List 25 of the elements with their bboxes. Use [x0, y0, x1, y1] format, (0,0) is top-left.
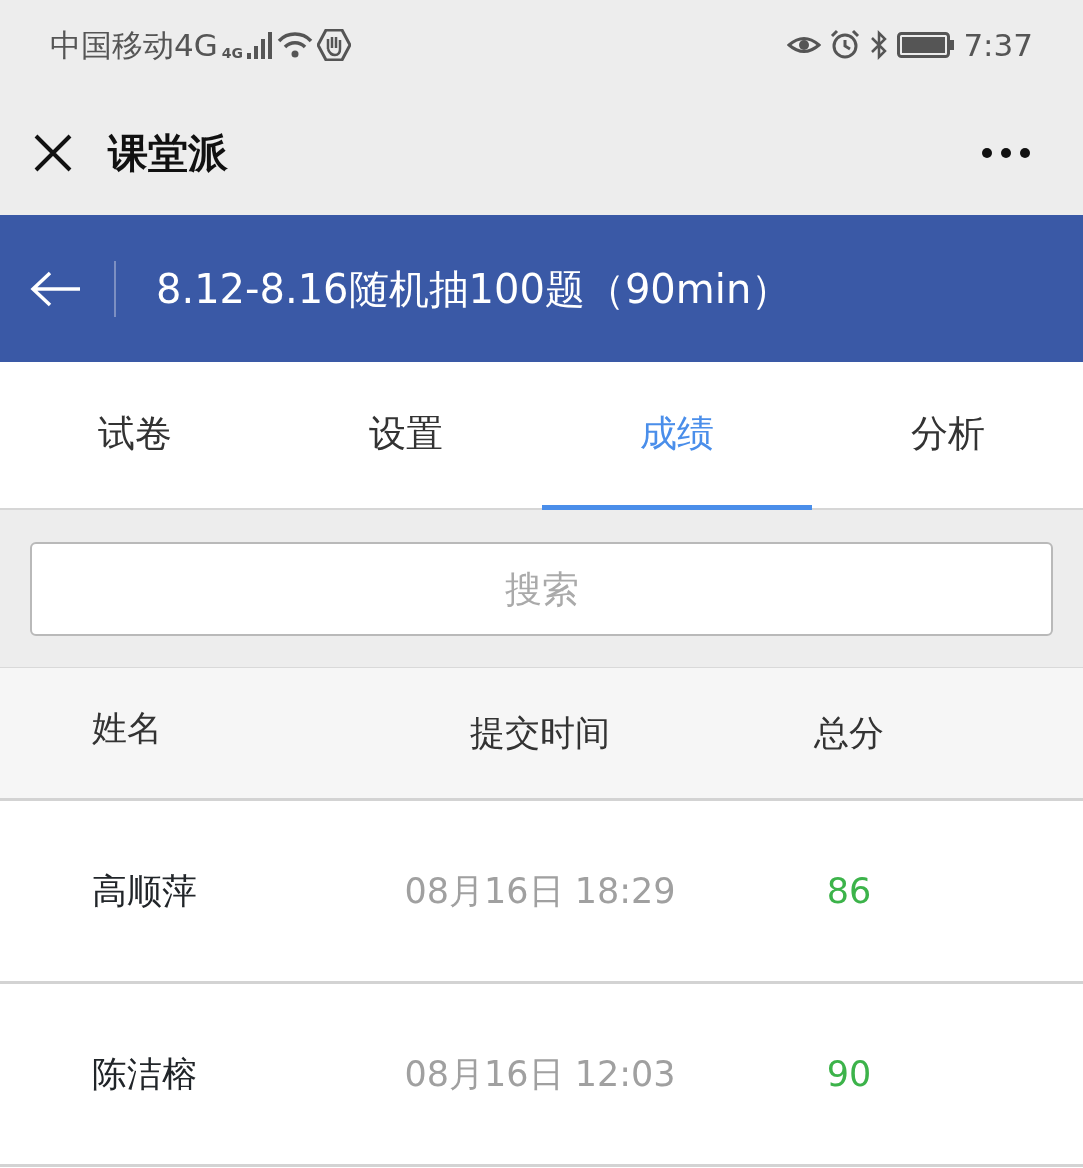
column-header: 总分 — [813, 711, 885, 755]
table-cell-text: 高顺萍 — [91, 869, 198, 913]
table-cell-text: 陈洁榕 — [91, 1052, 198, 1096]
carrier-name: 中国移动4G — [50, 25, 218, 65]
column-header: 姓名 — [91, 706, 163, 750]
alarm-icon — [829, 29, 862, 61]
hand-icon — [317, 29, 351, 61]
table-cell-text: 86 — [825, 869, 873, 913]
search-field[interactable]: 搜索 — [30, 542, 1053, 636]
more-icon[interactable] — [981, 146, 1031, 159]
tab[interactable]: 试卷 — [0, 362, 271, 510]
column-header: 提交时间 — [469, 711, 611, 755]
app-title: 课堂派 — [108, 128, 228, 178]
table-cell-text: 08月16日 12:03 — [403, 1052, 677, 1096]
signal-icon — [247, 31, 273, 59]
table-cell-text: 90 — [825, 1052, 873, 1096]
tab[interactable]: 设置 — [270, 362, 542, 510]
page-title: 8.12-8.16随机抽100题（90min） — [156, 264, 792, 314]
table-cell-text: 08月16日 18:29 — [403, 869, 677, 913]
wifi-icon — [277, 31, 313, 59]
network-type-label: 4G — [221, 45, 243, 60]
battery-icon — [897, 32, 956, 58]
clock-time: 7:37 — [963, 25, 1033, 65]
tab[interactable]: 分析 — [812, 362, 1083, 510]
back-arrow-icon[interactable] — [30, 270, 82, 307]
